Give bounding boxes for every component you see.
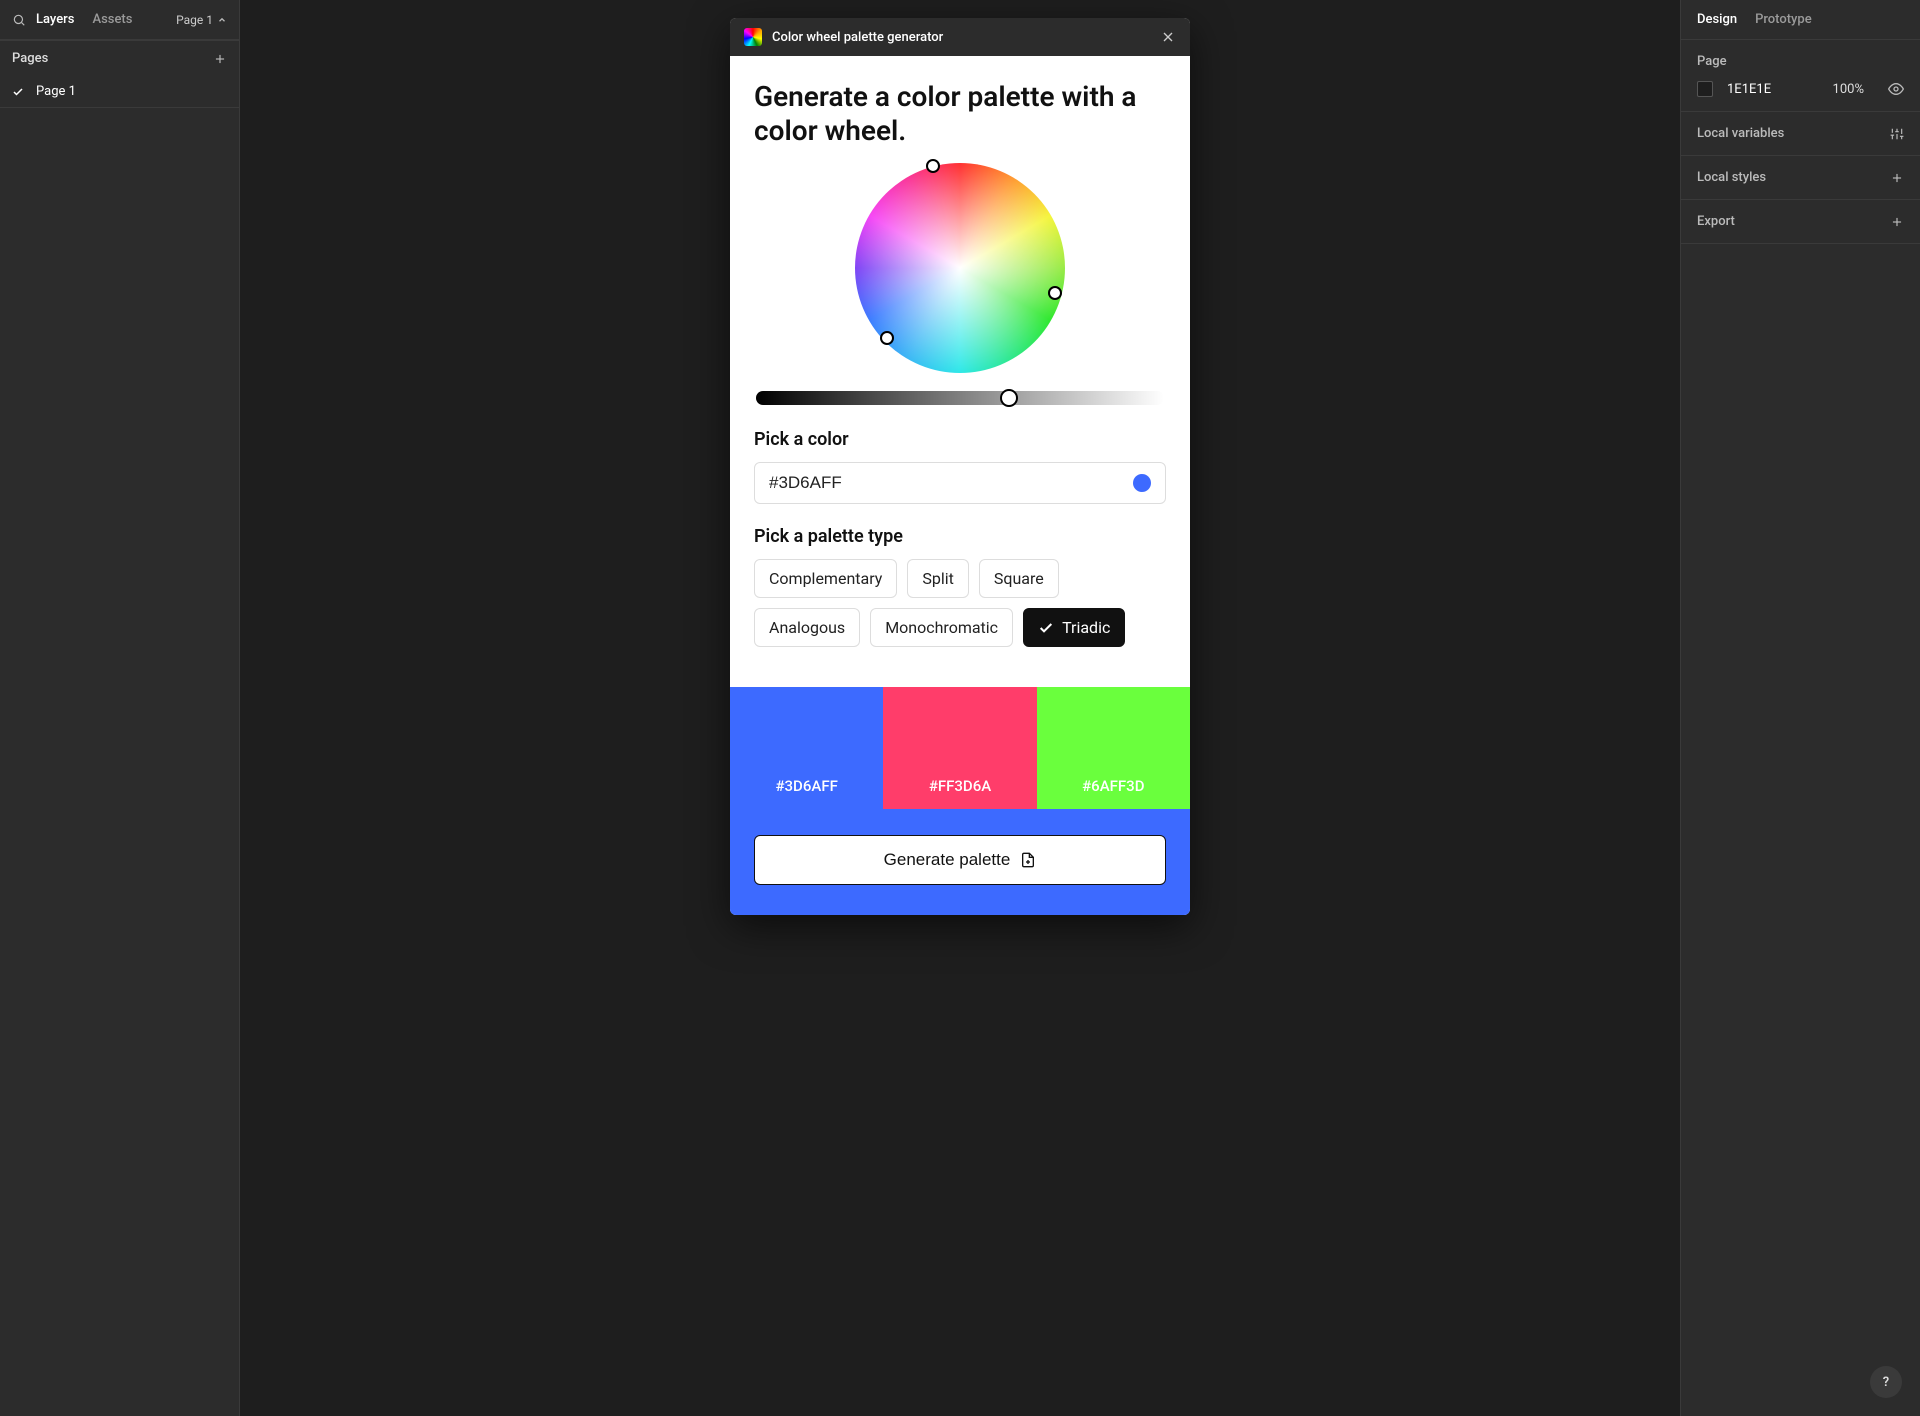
visibility-icon[interactable] xyxy=(1888,81,1904,97)
tab-layers[interactable]: Layers xyxy=(36,12,74,27)
palette-swatch[interactable]: #3D6AFF xyxy=(730,687,883,809)
right-panel: Design Prototype Page 1E1E1E 100% Local … xyxy=(1680,0,1920,1416)
plugin-modal: Color wheel palette generator Generate a… xyxy=(730,18,1190,915)
add-page-icon[interactable] xyxy=(213,52,227,66)
palette-type-option[interactable]: Analogous xyxy=(754,608,860,647)
lightness-slider[interactable] xyxy=(756,391,1164,405)
generate-label: Generate palette xyxy=(884,850,1011,870)
page-selector[interactable]: Page 1 xyxy=(176,13,227,27)
palette-type-option[interactable]: Triadic xyxy=(1023,608,1125,647)
plugin-heading: Generate a color palette with a color wh… xyxy=(754,80,1166,147)
help-button[interactable]: ? xyxy=(1870,1366,1902,1398)
palette-type-group: Complementary Split Square Analogous Monochr… xyxy=(754,559,1166,647)
search-icon[interactable] xyxy=(12,13,26,27)
swatch-hex: #3D6AFF xyxy=(775,777,837,795)
palette-type-label: Square xyxy=(994,569,1044,588)
tab-design[interactable]: Design xyxy=(1697,12,1737,27)
palette-type-label: Monochromatic xyxy=(885,618,998,637)
local-styles-label: Local styles xyxy=(1697,170,1766,185)
page-name: Page 1 xyxy=(36,84,76,99)
wheel-handle-2[interactable] xyxy=(1048,286,1062,300)
page-section-label: Page xyxy=(1697,54,1727,69)
page-selector-label: Page 1 xyxy=(176,13,213,27)
tab-prototype[interactable]: Prototype xyxy=(1755,12,1812,27)
palette-swatch[interactable]: #FF3D6A xyxy=(883,687,1036,809)
palette-swatches: #3D6AFF #FF3D6A #6AFF3D xyxy=(730,687,1190,809)
color-preview-chip xyxy=(1133,474,1151,492)
plugin-title: Color wheel palette generator xyxy=(772,30,943,45)
palette-type-label: Complementary xyxy=(769,569,882,588)
lightness-handle[interactable] xyxy=(1000,389,1018,407)
palette-type-label: Analogous xyxy=(769,618,845,637)
palette-type-option[interactable]: Square xyxy=(979,559,1059,598)
color-wheel[interactable] xyxy=(855,163,1065,373)
plugin-logo-icon xyxy=(744,28,762,46)
pick-color-label: Pick a color xyxy=(754,429,1166,450)
palette-type-option[interactable]: Complementary xyxy=(754,559,897,598)
page-bg-swatch[interactable] xyxy=(1697,81,1713,97)
export-icon xyxy=(1020,852,1036,868)
page-list-item[interactable]: Page 1 xyxy=(0,76,239,107)
canvas[interactable]: Color wheel palette generator Generate a… xyxy=(240,0,1680,1416)
settings-icon[interactable] xyxy=(1890,127,1904,141)
palette-type-option[interactable]: Split xyxy=(907,559,969,598)
pages-section-label: Pages xyxy=(12,51,48,66)
generate-palette-button[interactable]: Generate palette xyxy=(754,835,1166,885)
color-input-row xyxy=(754,462,1166,504)
check-icon xyxy=(12,86,26,98)
wheel-handle-3[interactable] xyxy=(880,331,894,345)
palette-type-label: Split xyxy=(922,569,954,588)
add-export-icon[interactable] xyxy=(1890,215,1904,229)
tab-assets[interactable]: Assets xyxy=(92,12,132,27)
add-style-icon[interactable] xyxy=(1890,171,1904,185)
page-opacity[interactable]: 100% xyxy=(1833,82,1864,97)
palette-type-label: Triadic xyxy=(1062,618,1110,637)
swatch-hex: #FF3D6A xyxy=(929,777,991,795)
close-icon[interactable] xyxy=(1160,29,1176,45)
chevron-up-icon xyxy=(217,15,227,25)
page-bg-hex[interactable]: 1E1E1E xyxy=(1727,82,1771,97)
wheel-handle-1[interactable] xyxy=(926,159,940,173)
palette-type-option[interactable]: Monochromatic xyxy=(870,608,1013,647)
local-variables-label: Local variables xyxy=(1697,126,1784,141)
check-icon xyxy=(1038,620,1054,636)
palette-swatch[interactable]: #6AFF3D xyxy=(1037,687,1190,809)
export-label: Export xyxy=(1697,214,1735,229)
left-panel: Layers Assets Page 1 Pages P xyxy=(0,0,240,1416)
pick-palette-label: Pick a palette type xyxy=(754,526,1166,547)
help-icon: ? xyxy=(1883,1375,1889,1390)
swatch-hex: #6AFF3D xyxy=(1082,777,1144,795)
color-hex-input[interactable] xyxy=(769,473,1133,493)
